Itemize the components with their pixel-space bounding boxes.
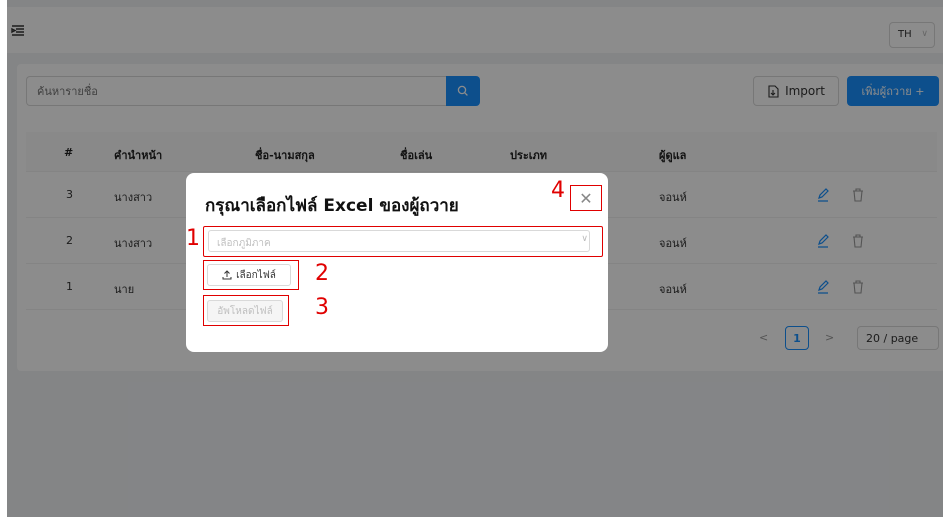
region-placeholder: เลือกภูมิภาค	[217, 238, 271, 249]
region-select[interactable]: เลือกภูมิภาค	[208, 230, 590, 252]
choose-file-highlight: เลือกไฟล์	[203, 260, 299, 290]
choose-file-button[interactable]: เลือกไฟล์	[207, 264, 291, 286]
upload-file-label: อัพโหลดไฟล์	[217, 305, 273, 317]
upload-file-highlight: อัพโหลดไฟล์	[203, 295, 289, 326]
region-select-highlight: เลือกภูมิภาค ∨	[203, 226, 603, 257]
annotation-number-3: 3	[315, 295, 329, 320]
annotation-number-1: 1	[186, 226, 200, 251]
upload-icon	[222, 270, 232, 280]
modal-title: กรุณาเลือกไฟล์ Excel ของผู้ถวาย	[205, 196, 459, 216]
close-icon: ✕	[579, 188, 593, 208]
choose-file-label: เลือกไฟล์	[236, 269, 276, 281]
annotation-number-2: 2	[315, 261, 329, 286]
chevron-down-icon: ∨	[581, 234, 588, 244]
upload-file-button[interactable]: อัพโหลดไฟล์	[207, 300, 283, 322]
import-modal: กรุณาเลือกไฟล์ Excel ของผู้ถวาย ✕ เลือกภ…	[186, 173, 608, 352]
annotation-number-4: 4	[551, 178, 565, 203]
close-button[interactable]: ✕	[570, 185, 602, 211]
